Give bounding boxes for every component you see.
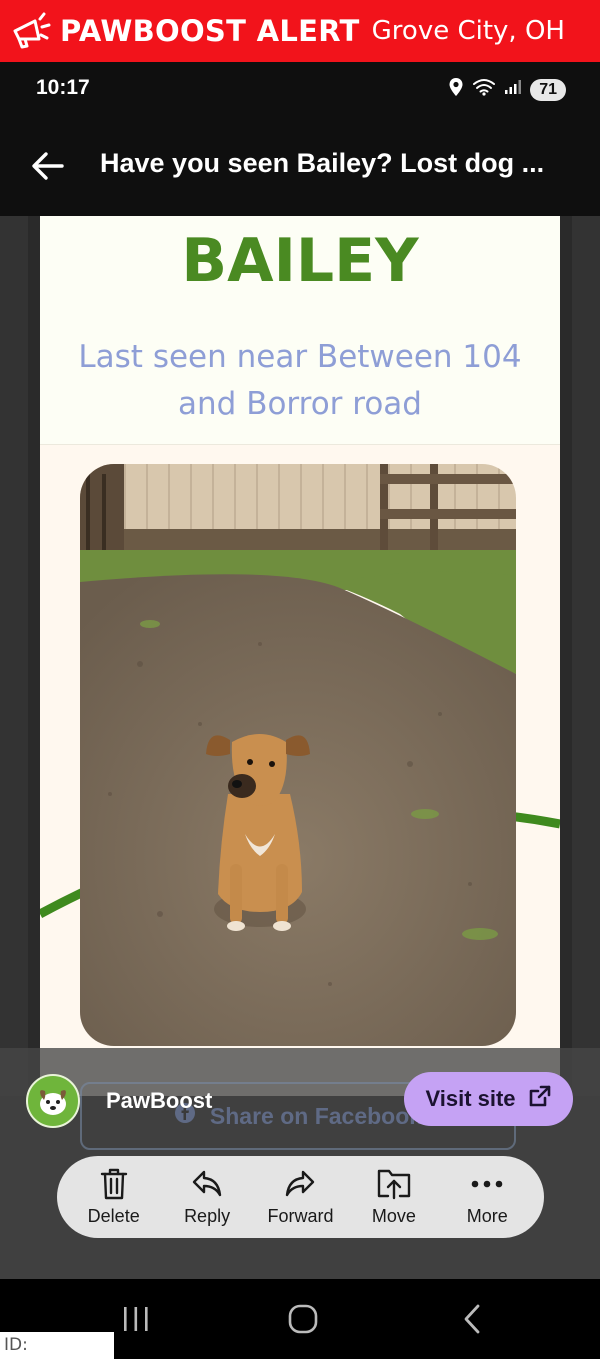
more-icon [471,1180,503,1187]
nav-back-button[interactable] [442,1301,502,1337]
trash-icon [100,1168,127,1199]
battery-indicator: 71 [530,78,566,101]
recent-apps-button[interactable] [106,1301,166,1337]
arrow-left-icon [32,152,64,180]
page-title: Have you seen Bailey? Lost dog ... [100,148,545,178]
delete-label: Delete [87,1205,140,1226]
status-icons: 71 [448,77,566,102]
visit-site-label: Visit site [425,1086,516,1111]
divider [40,444,560,445]
forward-icon [286,1170,315,1196]
external-link-icon [528,1084,552,1114]
reply-label: Reply [184,1205,231,1226]
dog-logo-icon [40,1090,66,1115]
reply-button[interactable]: Reply [162,1168,252,1227]
left-gutter [0,216,28,1096]
web-content: BAILEY Last seen near Between 104 and Bo… [40,216,560,1096]
more-label: More [466,1205,508,1226]
home-icon [288,1304,318,1334]
visit-site-button[interactable]: Visit site [404,1072,573,1126]
delete-button[interactable]: Delete [69,1168,159,1227]
forward-label: Forward [267,1205,334,1226]
status-bar: 10:17 71 [0,62,600,118]
reply-icon [192,1170,222,1196]
home-button[interactable] [273,1301,333,1337]
location-icon [448,77,464,102]
last-seen-text: Last seen near Between 104 and Borror ro… [78,339,522,422]
move-label: Move [371,1205,416,1226]
dog-photo [80,464,516,1046]
wifi-icon [472,78,496,101]
action-bar: Delete Reply Forward Move More [57,1156,544,1238]
move-button[interactable]: Move [349,1168,439,1227]
id-tag: ID: 72805692 [0,1332,114,1359]
forward-button[interactable]: Forward [255,1168,345,1227]
chevron-left-icon [464,1304,480,1334]
signal-icon [504,79,522,100]
right-gutter [572,216,600,1096]
sender: PawBoost [26,1074,212,1128]
alert-location: Grove City, OH [371,16,565,46]
move-icon [377,1169,411,1199]
pet-name: BAILEY [181,226,419,296]
megaphone-icon [8,8,54,54]
alert-title: PAWBOOST ALERT [60,14,360,48]
status-time: 10:17 [36,76,90,99]
app-bar: Have you seen Bailey? Lost dog ... [0,118,600,216]
sender-name: PawBoost [106,1088,213,1113]
recents-icon [124,1307,148,1331]
more-button[interactable]: More [442,1168,532,1227]
avatar [26,1074,80,1128]
alert-banner: PAWBOOST ALERT Grove City, OH [0,0,600,62]
back-button[interactable] [26,144,70,188]
share-label: Share on Facebook [209,1102,423,1129]
